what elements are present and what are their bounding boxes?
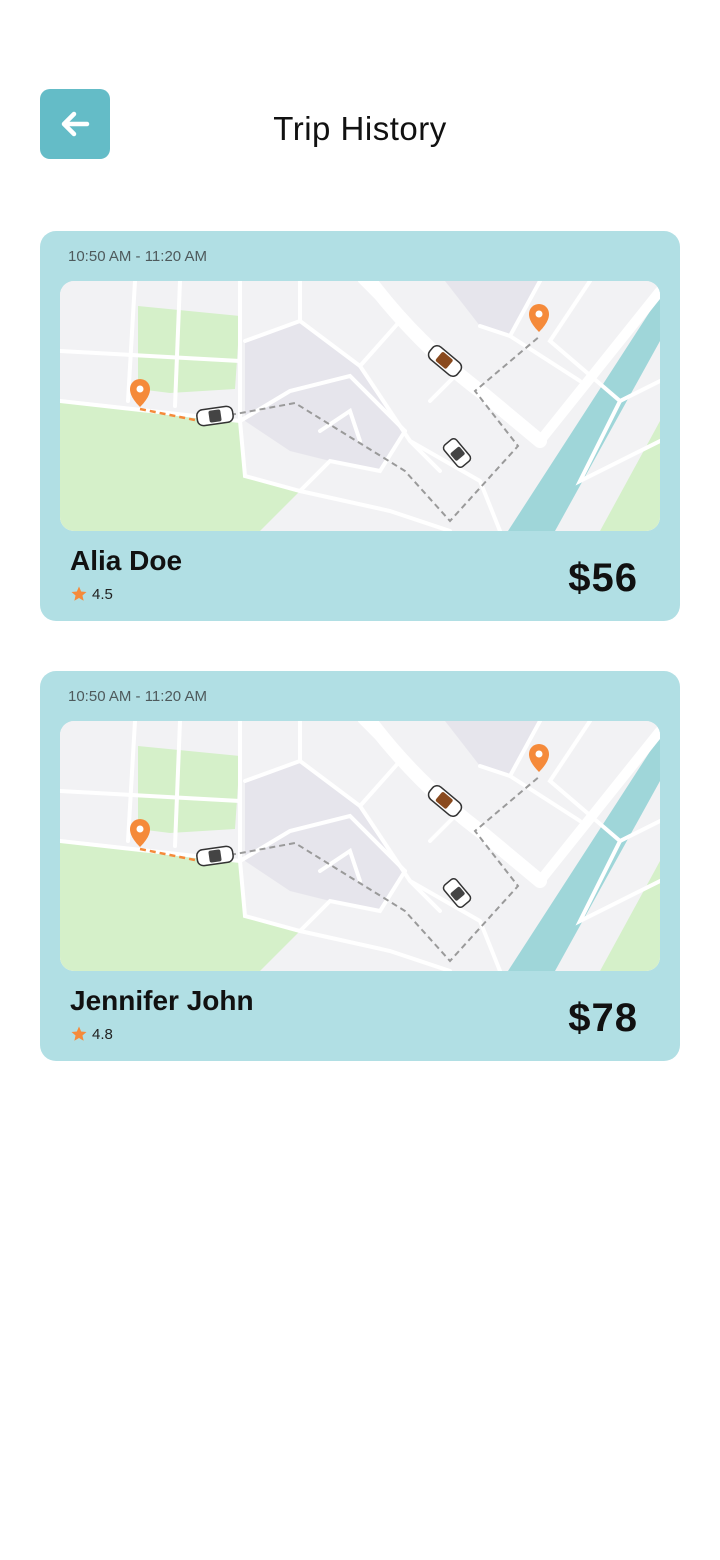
trip-price: $56 [568,556,638,600]
trip-card[interactable]: 10:50 AM - 11:20 AM [40,671,680,1061]
trip-list: 10:50 AM - 11:20 AM Alia Doe 4.5 $56 10:… [40,231,680,1111]
driver-name: Alia Doe [70,545,183,576]
trip-time: 10:50 AM - 11:20 AM [68,248,207,265]
trip-route-map [60,721,660,971]
rating-value: 4.5 [92,585,113,603]
star-icon [71,1026,87,1041]
trip-time: 10:50 AM - 11:20 AM [68,688,207,705]
trip-price: $78 [568,996,638,1040]
driver-rating: 4.5 [70,585,113,603]
trip-route-map [60,281,660,531]
trip-card[interactable]: 10:50 AM - 11:20 AM [40,231,680,621]
driver-name: Jennifer John [70,985,254,1016]
star-icon [71,586,87,601]
rating-value: 4.8 [92,1025,113,1043]
driver-rating: 4.8 [70,1025,113,1043]
page-title: Trip History [273,110,447,147]
